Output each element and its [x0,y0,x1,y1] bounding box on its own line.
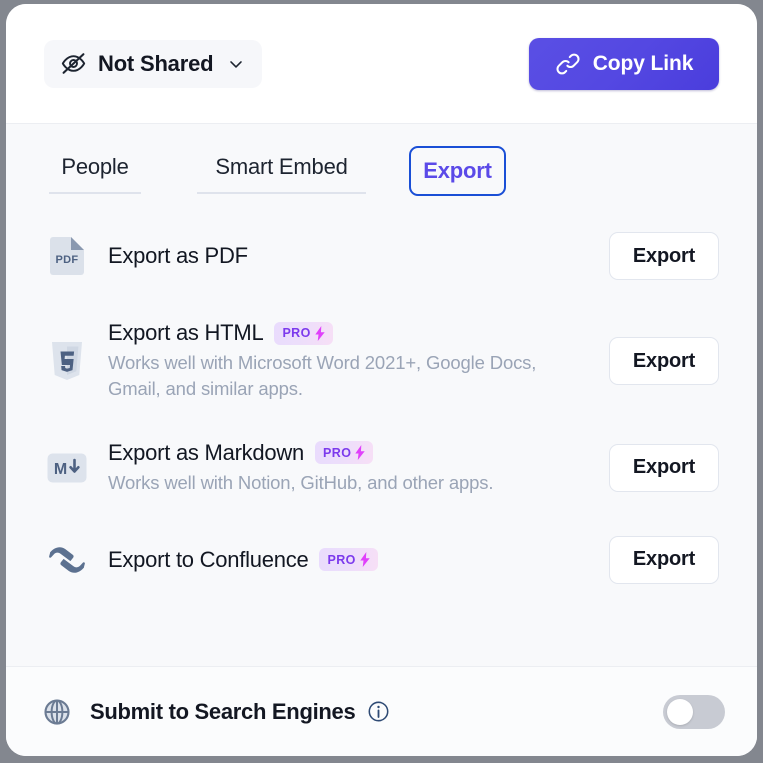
search-engines-label: Submit to Search Engines [90,698,356,724]
share-state-dropdown[interactable]: Not Shared [44,39,263,88]
lightning-bolt-icon [360,552,370,568]
export-row-title: Export as HTML [108,320,264,345]
export-row-icon [44,539,90,581]
markdown-icon: M [47,453,87,483]
share-dialog: Not Shared Copy Link People Smart Embed [6,4,757,756]
toggle-knob [667,698,693,725]
export-row-text: Export as HTML PRO Works well with Micro… [108,320,609,403]
eye-off-icon [61,53,86,74]
tab-smart-embed[interactable]: Smart Embed [195,146,368,194]
svg-text:M: M [54,461,67,478]
export-button-pdf[interactable]: Export [609,232,719,280]
export-row-title: Export to Confluence [108,546,309,572]
export-row-icon: M [44,451,90,485]
export-options-list: PDF Export as PDF Export Export as HTML … [6,196,757,666]
html5-shield-icon [52,342,82,381]
pdf-file-icon: PDF [50,237,84,275]
export-row-pdf: PDF Export as PDF Export [44,221,719,291]
lightning-bolt-icon [355,445,366,461]
pro-badge: PRO [319,548,378,572]
dialog-header: Not Shared Copy Link [6,4,757,124]
chevron-down-icon [230,60,243,68]
export-button-confluence[interactable]: Export [609,535,719,584]
tab-underline [49,192,141,194]
tab-smart-embed-label: Smart Embed [215,154,348,179]
export-row-html: Export as HTML PRO Works well with Micro… [44,311,719,412]
dialog-body: People Smart Embed Export PDF Export as … [6,124,757,756]
pro-badge-label: PRO [327,552,356,567]
export-row-icon [44,340,90,382]
export-row-title-line: Export as PDF [108,243,609,269]
search-engines-toggle[interactable] [663,694,725,729]
tab-people[interactable]: People [47,146,143,194]
export-row-title-line: Export to Confluence PRO [108,547,609,573]
export-row-title-line: Export as Markdown PRO [108,440,609,466]
tab-underline [197,192,366,194]
pro-badge: PRO [315,441,374,465]
export-row-markdown: M Export as Markdown PRO Works well with… [44,431,719,505]
copy-link-button[interactable]: Copy Link [529,37,719,90]
export-row-description: Works well with Microsoft Word 2021+, Go… [108,352,537,400]
share-state-label: Not Shared [98,50,214,76]
search-engines-bar: Submit to Search Engines [6,666,757,756]
export-row-text: Export to Confluence PRO [108,547,609,573]
info-icon[interactable] [367,700,390,723]
export-button-html[interactable]: Export [609,337,719,386]
link-icon [556,53,580,74]
export-row-title-line: Export as HTML PRO [108,320,609,346]
export-row-title: Export as PDF [108,243,248,268]
pro-badge-label: PRO [323,445,352,460]
confluence-icon [49,547,85,573]
export-row-description: Works well with Notion, GitHub, and othe… [108,471,494,493]
export-row-text: Export as Markdown PRO Works well with N… [108,440,609,496]
export-row-icon: PDF [44,235,90,277]
lightning-bolt-icon [315,325,325,341]
copy-link-label: Copy Link [592,51,694,75]
export-row-confluence: Export to Confluence PRO Export [44,525,719,595]
export-row-title: Export as Markdown [108,439,305,465]
tab-bar: People Smart Embed Export [6,124,757,196]
export-button-markdown[interactable]: Export [609,443,719,492]
globe-icon [44,698,70,725]
svg-text:PDF: PDF [56,254,79,266]
export-row-text: Export as PDF [108,243,609,269]
tab-export[interactable]: Export [409,146,506,196]
pro-badge: PRO [274,321,333,345]
tab-people-label: People [61,154,129,179]
tab-export-label: Export [423,158,492,183]
pro-badge-label: PRO [282,326,311,340]
